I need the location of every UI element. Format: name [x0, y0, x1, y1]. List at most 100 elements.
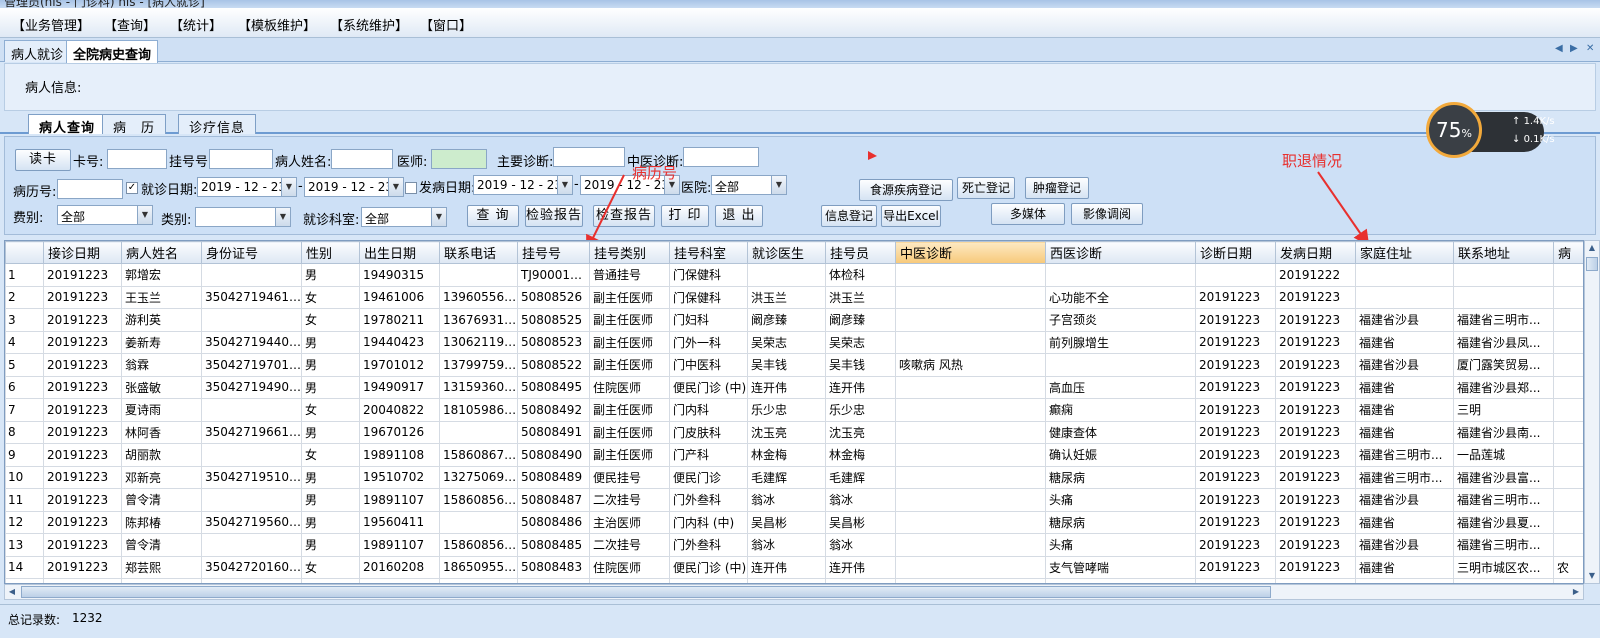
export-excel-button[interactable]: 导出Excel: [881, 205, 941, 227]
column-header[interactable]: 身份证号: [201, 241, 302, 264]
menu-query[interactable]: 【查询】: [104, 15, 156, 34]
column-header[interactable]: 挂号类别: [589, 241, 670, 264]
chevron-down-icon[interactable]: ▼: [137, 206, 152, 224]
tcm-diag-input[interactable]: [683, 147, 759, 167]
scroll-left-icon[interactable]: ◀: [5, 585, 19, 599]
column-header[interactable]: 联系地址: [1453, 241, 1554, 264]
column-header[interactable]: 西医诊断: [1045, 241, 1196, 264]
query-button[interactable]: 查 询: [467, 205, 519, 227]
chevron-down-icon[interactable]: ▼: [275, 208, 290, 226]
tab-patient-query[interactable]: 病人查询: [28, 114, 107, 136]
visit-date-to-picker[interactable]: 2019 - 12 - 23 ▼: [304, 177, 404, 197]
info-register-button[interactable]: 信息登记: [821, 205, 877, 227]
column-header[interactable]: 出生日期: [359, 241, 440, 264]
read-card-button[interactable]: 读卡: [15, 149, 71, 171]
record-no-input[interactable]: [57, 179, 123, 199]
column-header[interactable]: 挂号科室: [669, 241, 748, 264]
table-row[interactable]: 4 20191223 姜新寿 350427194403... 男 19440423 1306…: [5, 330, 1583, 354]
scroll-up-icon[interactable]: ▲: [1585, 241, 1599, 255]
reg-no-input[interactable]: [209, 149, 273, 169]
table-cell: 福建省沙县凤...: [1453, 330, 1554, 354]
death-register-button[interactable]: 死亡登记: [957, 177, 1015, 199]
column-header[interactable]: 中医诊断: [895, 241, 1046, 264]
menu-business[interactable]: 【业务管理】: [12, 15, 90, 34]
onset-date-from-picker[interactable]: 2019 - 12 - 23 ▼: [473, 175, 573, 195]
column-header[interactable]: 病人姓名: [121, 241, 202, 264]
tab-history-query[interactable]: 全院病史查询: [66, 40, 159, 63]
menu-template[interactable]: 【模板维护】: [238, 15, 316, 34]
table-row[interactable]: 6 20191223 张盛敏 350427194909... 男 19490917 1315…: [5, 375, 1583, 399]
menu-system[interactable]: 【系统维护】: [330, 15, 408, 34]
column-header[interactable]: 家庭住址: [1355, 241, 1454, 264]
close-icon[interactable]: ✕: [1586, 43, 1594, 54]
column-header[interactable]: 挂号员: [825, 241, 896, 264]
table-row[interactable]: 1320191223曾令清男19891107158608560615080848…: [5, 533, 1583, 557]
table-cell: 10: [5, 465, 44, 489]
table-cell: 13062119038: [439, 330, 518, 354]
tab-medical-record[interactable]: 病 历: [102, 114, 167, 136]
table-row[interactable]: 10 20191223 邓新亮 350427195107... 男 19510702 132…: [5, 465, 1583, 489]
image-view-button[interactable]: 影像调阅: [1071, 203, 1143, 225]
vertical-scroll-thumb[interactable]: [1586, 257, 1598, 271]
table-row[interactable]: 720191223夏诗雨女200408221810598611650808492…: [5, 398, 1583, 422]
table-row[interactable]: 1120191223曾令清男19891107158608560615080848…: [5, 488, 1583, 512]
chevron-down-icon[interactable]: ▼: [388, 178, 403, 196]
column-header[interactable]: 接诊日期: [43, 241, 122, 264]
chevron-down-icon[interactable]: ▼: [431, 208, 446, 226]
patient-name-input[interactable]: [331, 149, 393, 169]
category-select[interactable]: ▼: [195, 207, 291, 227]
chevron-down-icon[interactable]: ▼: [281, 178, 296, 196]
column-header[interactable]: 诊断日期: [1195, 241, 1276, 264]
tumor-register-button[interactable]: 肿瘤登记: [1025, 177, 1089, 199]
column-header[interactable]: 联系电话: [439, 241, 518, 264]
tab-next-icon[interactable]: ▶: [1570, 43, 1578, 54]
chevron-down-icon[interactable]: ▼: [771, 176, 786, 194]
column-header[interactable]: 就诊医生: [747, 241, 826, 264]
tab-patient-visit[interactable]: 病人就诊: [4, 40, 71, 63]
table-row[interactable]: 2 20191223 王玉兰 350427194610... 女 19461006 1396…: [5, 285, 1583, 309]
table-row[interactable]: 14 20191223 郑芸熙 350427201602... 女 20160208 186…: [5, 555, 1583, 579]
scroll-right-icon[interactable]: ▶: [1569, 585, 1583, 599]
table-body: 1 20191223 郭增宏男 19490315 TJ90001799 普通挂号 门保健科体…: [5, 263, 1583, 583]
exit-button[interactable]: 退 出: [715, 205, 763, 227]
table-row[interactable]: 5 20191223 翁霖 350427197010... 男 19701012 13799…: [5, 353, 1583, 377]
food-disease-button[interactable]: 食源疾病登记: [859, 179, 953, 201]
column-header[interactable]: 病: [1553, 241, 1583, 264]
chevron-down-icon[interactable]: ▼: [557, 176, 572, 194]
doctor-input[interactable]: [431, 149, 487, 169]
hospital-select[interactable]: 全部 ▼: [711, 175, 787, 195]
column-header[interactable]: 挂号号: [517, 241, 590, 264]
exam-report-button[interactable]: 检查报告: [593, 205, 655, 227]
menu-statistics[interactable]: 【统计】: [170, 15, 222, 34]
table-row[interactable]: 920191223胡丽款女198911081586086710650808490…: [5, 443, 1583, 467]
table-cell: [1553, 533, 1583, 557]
table-cell: 19490917: [359, 375, 440, 399]
column-header[interactable]: 性别: [301, 241, 360, 264]
card-no-input[interactable]: [107, 149, 167, 169]
table-row[interactable]: 1 20191223 郭增宏 男 19490315 TJ90001799 普通挂号 门保健科 体…: [5, 263, 1583, 287]
table-row[interactable]: 12 20191223 陈邦椿 350427195601... 男 19560411 508…: [5, 510, 1583, 534]
menu-window[interactable]: 【窗口】: [420, 15, 472, 34]
tab-prev-icon[interactable]: ◀: [1555, 43, 1563, 54]
table-cell: 20191223: [1275, 443, 1356, 467]
main-diag-input[interactable]: [553, 147, 625, 167]
scroll-down-icon[interactable]: ▼: [1585, 569, 1599, 583]
dept-select[interactable]: 全部 ▼: [361, 207, 447, 227]
visit-date-from-picker[interactable]: 2019 - 12 - 23 ▼: [197, 177, 297, 197]
table-row[interactable]: 320191223游利英女197802111367693109050808525…: [5, 308, 1583, 332]
vertical-scrollbar[interactable]: ▲ ▼: [1584, 240, 1600, 584]
horizontal-scroll-thumb[interactable]: [21, 586, 1271, 598]
onset-date-checkbox[interactable]: [405, 182, 417, 194]
tab-treatment-info[interactable]: 诊疗信息: [178, 114, 257, 136]
print-button[interactable]: 打 印: [661, 205, 709, 227]
horizontal-scrollbar[interactable]: ◀ ▶: [4, 584, 1584, 600]
table-row[interactable]: 8 20191223 林阿香 350427196612... 男 19670126 5080…: [5, 420, 1583, 444]
column-header[interactable]: [5, 241, 44, 264]
table-cell: 20191223: [43, 465, 122, 489]
column-header[interactable]: 发病日期: [1275, 241, 1356, 264]
fee-type-select[interactable]: 全部 ▼: [57, 205, 153, 225]
multimedia-button[interactable]: 多媒体: [991, 203, 1065, 225]
visit-date-checkbox[interactable]: ✓: [126, 182, 138, 194]
memory-percent-gauge[interactable]: 75%: [1426, 102, 1482, 158]
lab-report-button[interactable]: 检验报告: [525, 205, 583, 227]
